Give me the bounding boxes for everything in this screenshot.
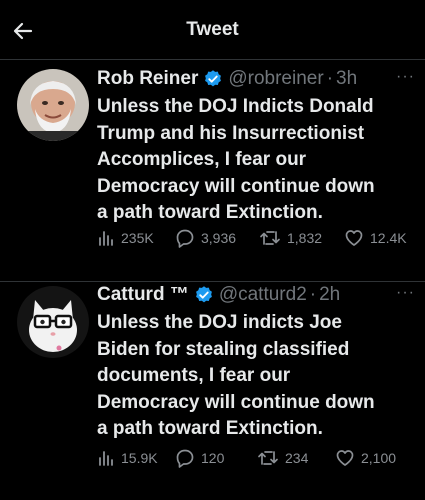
separator-dot: · bbox=[309, 284, 317, 305]
retweet-button[interactable]: 234 bbox=[257, 448, 335, 468]
reply-button[interactable]: 120 bbox=[175, 448, 257, 468]
tweet-header: Rob Reiner @robreiner · 3h bbox=[97, 66, 413, 92]
views-icon bbox=[99, 451, 113, 466]
views-button[interactable]: 235K bbox=[97, 229, 175, 247]
author-handle[interactable]: @robreiner bbox=[228, 66, 323, 92]
tweet-content: Rob Reiner @robreiner · 3h Unless the DO… bbox=[97, 66, 413, 227]
reply-button[interactable]: 3,936 bbox=[175, 228, 259, 248]
tweet-header: Catturd ™ @catturd2 · 2h bbox=[97, 282, 413, 308]
tweet[interactable]: Rob Reiner @robreiner · 3h Unless the DO… bbox=[0, 60, 425, 282]
avatar[interactable] bbox=[17, 286, 89, 358]
heart-icon bbox=[345, 230, 363, 246]
views-count: 235K bbox=[121, 230, 154, 246]
views-icon bbox=[99, 231, 113, 246]
author-handle[interactable]: @catturd2 bbox=[219, 282, 307, 308]
heart-icon bbox=[336, 450, 354, 466]
like-count: 2,100 bbox=[361, 450, 397, 466]
tweet-text: Unless the DOJ Indicts Donald Trump and … bbox=[97, 96, 375, 223]
tweet-time[interactable]: 3h bbox=[336, 66, 357, 92]
verified-badge-icon bbox=[205, 70, 222, 87]
retweet-count: 1,832 bbox=[287, 230, 323, 246]
reply-count: 3,936 bbox=[201, 230, 237, 246]
verified-badge-icon bbox=[195, 286, 212, 303]
like-button[interactable]: 12.4K bbox=[344, 228, 407, 248]
like-button[interactable]: 2,100 bbox=[335, 448, 396, 468]
retweet-count: 234 bbox=[285, 450, 309, 466]
tweet-actions: 235K 3,936 1,832 12.4K bbox=[97, 228, 413, 248]
tweet-content: Catturd ™ @catturd2 · 2h Unless the DOJ … bbox=[97, 282, 413, 443]
retweet-icon bbox=[258, 451, 278, 465]
views-count: 15.9K bbox=[121, 450, 158, 466]
page-title: Tweet bbox=[186, 19, 239, 40]
tweet-actions: 15.9K 120 234 2,100 bbox=[97, 448, 413, 468]
more-options-icon[interactable]: ··· bbox=[396, 284, 415, 302]
avatar[interactable] bbox=[17, 69, 89, 141]
tweet[interactable]: Catturd ™ @catturd2 · 2h Unless the DOJ … bbox=[0, 282, 425, 500]
like-count: 12.4K bbox=[370, 230, 407, 246]
separator-dot: · bbox=[326, 68, 334, 89]
more-options-icon[interactable]: ··· bbox=[396, 68, 415, 86]
author-name[interactable]: Catturd ™ bbox=[97, 282, 189, 308]
reply-icon bbox=[176, 449, 194, 468]
top-bar: Tweet bbox=[0, 0, 425, 60]
tweet-time[interactable]: 2h bbox=[319, 282, 340, 308]
retweet-button[interactable]: 1,832 bbox=[259, 228, 344, 248]
author-name[interactable]: Rob Reiner bbox=[97, 66, 198, 92]
reply-icon bbox=[176, 229, 194, 248]
views-button[interactable]: 15.9K bbox=[97, 449, 175, 467]
retweet-icon bbox=[260, 231, 280, 245]
tweet-text: Unless the DOJ indicts Joe Biden for ste… bbox=[97, 312, 375, 439]
reply-count: 120 bbox=[201, 450, 225, 466]
